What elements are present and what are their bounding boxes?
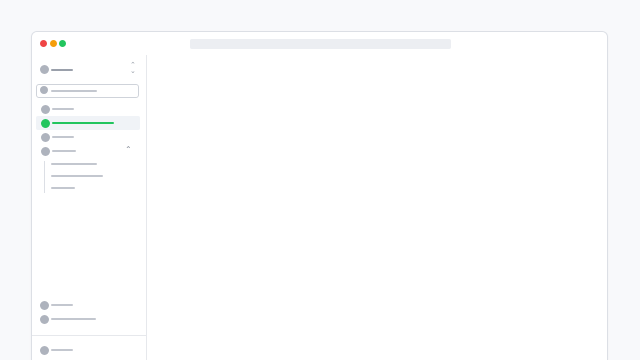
submenu-item-1[interactable] <box>51 163 97 165</box>
user-icon <box>40 346 49 355</box>
search-icon <box>40 86 48 94</box>
maximize-window-button[interactable] <box>59 40 66 47</box>
sidebar-item-label <box>52 150 76 152</box>
app-window: ⌃ ⌄ ⌃ <box>31 31 608 360</box>
sidebar: ⌃ ⌄ ⌃ <box>32 55 147 360</box>
chevron-up-icon[interactable]: ⌃ <box>125 146 132 154</box>
submenu-item-2[interactable] <box>51 175 103 177</box>
sidebar-item-4-expanded[interactable]: ⌃ <box>36 144 140 158</box>
sidebar-item-2-active[interactable] <box>36 116 140 130</box>
sidebar-bottom-item-2[interactable] <box>36 312 140 326</box>
sidebar-item-3[interactable] <box>36 130 140 144</box>
sidebar-item-label <box>51 318 96 320</box>
nav-icon <box>40 301 49 310</box>
sidebar-item-label <box>52 122 114 124</box>
nav-icon <box>41 147 50 156</box>
workspace-name-placeholder <box>51 69 73 71</box>
sidebar-bottom-item-1[interactable] <box>36 298 140 312</box>
sidebar-item-label <box>52 136 74 138</box>
workspace-switcher[interactable]: ⌃ ⌄ <box>36 62 140 76</box>
nav-icon <box>41 119 50 128</box>
nav-icon <box>41 105 50 114</box>
submenu-item-3[interactable] <box>51 187 75 189</box>
nav-icon <box>40 315 49 324</box>
close-window-button[interactable] <box>40 40 47 47</box>
workspace-icon <box>40 65 49 74</box>
user-menu[interactable] <box>36 343 140 357</box>
search-input[interactable] <box>36 84 139 98</box>
address-bar[interactable] <box>190 39 451 49</box>
sidebar-item-label <box>51 304 73 306</box>
search-placeholder <box>51 90 97 92</box>
sidebar-item-1[interactable] <box>36 102 140 116</box>
submenu-guide-line <box>44 161 45 193</box>
sidebar-item-label <box>52 108 74 110</box>
minimize-window-button[interactable] <box>50 40 57 47</box>
main-content <box>147 55 607 360</box>
title-bar <box>32 32 607 56</box>
user-name-placeholder <box>51 349 73 351</box>
nav-icon <box>41 133 50 142</box>
chevron-up-down-icon: ⌃ ⌄ <box>130 62 136 75</box>
sidebar-footer-divider <box>32 335 146 336</box>
